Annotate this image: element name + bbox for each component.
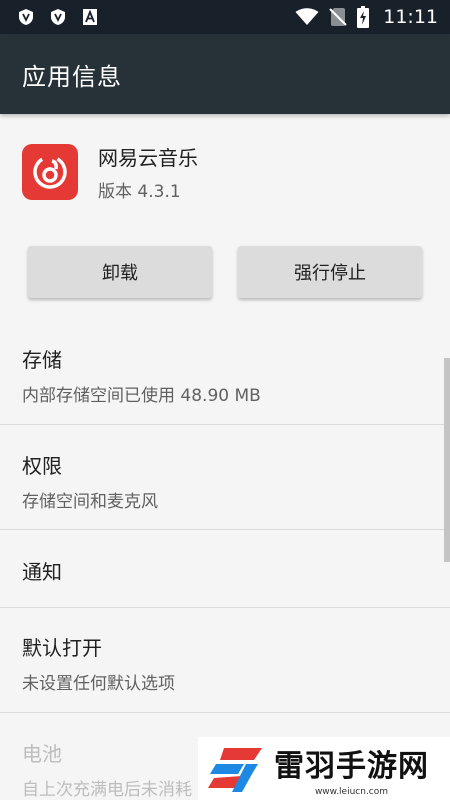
permissions-title: 权限: [22, 454, 62, 478]
divider: [0, 607, 450, 608]
scrollbar[interactable]: [444, 358, 450, 562]
shield-v-icon: [50, 8, 66, 26]
divider: [0, 424, 450, 425]
shield-v-icon: [18, 8, 34, 26]
battery-charging-icon: [357, 6, 370, 28]
status-time: 11:11: [383, 6, 438, 28]
divider: [0, 529, 450, 530]
watermark: 雷羽手游网 www.leiucn.com: [198, 737, 450, 800]
uninstall-button[interactable]: 卸载: [28, 246, 212, 298]
a-notification-icon: [82, 8, 98, 26]
open-by-default-row[interactable]: 默认打开 未设置任何默认选项: [0, 632, 450, 694]
permissions-subtitle: 存储空间和麦克风: [22, 492, 158, 512]
page-title: 应用信息: [22, 62, 122, 91]
status-bar: 11:11: [0, 0, 450, 34]
app-header: 网易云音乐 版本 4.3.1: [22, 142, 198, 202]
open-by-default-subtitle: 未设置任何默认选项: [22, 674, 175, 694]
permissions-row[interactable]: 权限 存储空间和麦克风: [0, 450, 450, 512]
watermark-logo: [206, 742, 266, 796]
force-stop-button[interactable]: 强行停止: [238, 246, 422, 298]
divider: [0, 712, 450, 713]
storage-subtitle: 内部存储空间已使用 48.90 MB: [22, 386, 261, 406]
app-bar: 应用信息: [0, 34, 450, 114]
storage-title: 存储: [22, 348, 62, 372]
notifications-row[interactable]: 通知: [0, 556, 450, 585]
watermark-title: 雷羽手游网: [274, 748, 429, 784]
watermark-url: www.leiucn.com: [314, 786, 389, 797]
notifications-title: 通知: [22, 560, 62, 584]
storage-row[interactable]: 存储 内部存储空间已使用 48.90 MB: [0, 344, 450, 406]
app-version: 版本 4.3.1: [98, 182, 181, 202]
app-name: 网易云音乐: [98, 146, 198, 170]
content: 网易云音乐 版本 4.3.1 卸载 强行停止 存储 内部存储空间已使用 48.9…: [0, 114, 450, 800]
no-sim-icon: [329, 7, 347, 27]
open-by-default-title: 默认打开: [22, 636, 102, 660]
wifi-icon: [295, 8, 319, 26]
netease-music-icon: [22, 144, 78, 200]
